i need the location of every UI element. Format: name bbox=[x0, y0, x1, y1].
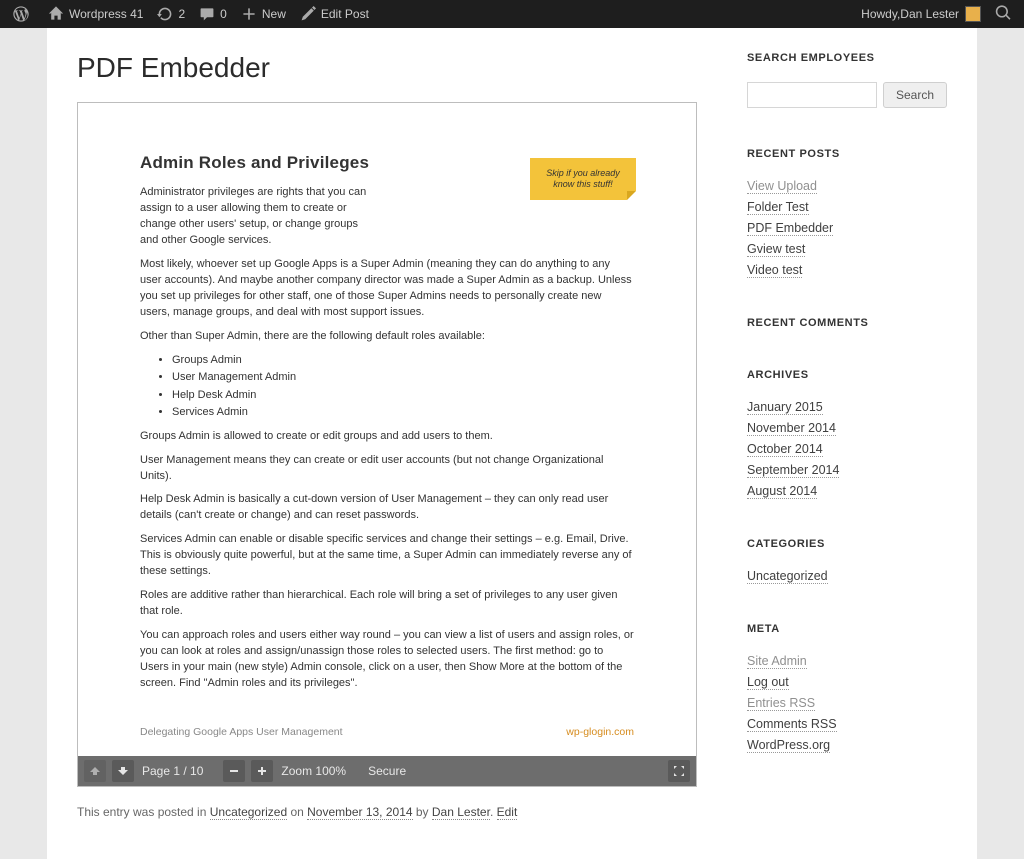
entry-meta: This entry was posted in Uncategorized o… bbox=[77, 805, 697, 819]
pdf-paragraph: Administrator privileges are rights that… bbox=[140, 185, 370, 249]
widget-title: META bbox=[747, 623, 947, 635]
pdf-zoom-indicator: Zoom 100% bbox=[279, 764, 348, 778]
recent-post-link[interactable]: Folder Test bbox=[747, 200, 809, 215]
archive-link[interactable]: November 2014 bbox=[747, 421, 836, 436]
plus-icon bbox=[241, 6, 257, 22]
page-title: PDF Embedder bbox=[77, 52, 697, 84]
wordpress-icon bbox=[13, 6, 29, 22]
pdf-list-item: Groups Admin bbox=[172, 352, 634, 369]
comments-count: 0 bbox=[220, 7, 227, 21]
pdf-viewer: Skip if you already know this stuff! Adm… bbox=[77, 102, 697, 787]
pdf-page: Skip if you already know this stuff! Adm… bbox=[78, 103, 696, 756]
pdf-zoom-in-button[interactable] bbox=[251, 760, 273, 782]
user-display-name: Dan Lester bbox=[900, 7, 959, 21]
home-icon bbox=[48, 6, 64, 22]
updates-icon bbox=[157, 6, 173, 22]
edit-post-label: Edit Post bbox=[321, 7, 369, 21]
recent-posts-widget: RECENT POSTS View Upload Folder Test PDF… bbox=[747, 148, 947, 277]
archives-widget: ARCHIVES January 2015 November 2014 Octo… bbox=[747, 369, 947, 498]
site-name-label: Wordpress 41 bbox=[69, 7, 143, 21]
avatar bbox=[965, 6, 981, 22]
meta-link[interactable]: Log out bbox=[747, 675, 789, 690]
edit-post-link[interactable]: Edit Post bbox=[293, 0, 376, 28]
meta-widget: META Site Admin Log out Entries RSS Comm… bbox=[747, 623, 947, 752]
meta-on: on bbox=[287, 805, 307, 819]
comments-link[interactable]: 0 bbox=[192, 0, 234, 28]
pdf-paragraph: You can approach roles and users either … bbox=[140, 628, 634, 692]
pdf-page-indicator: Page 1 / 10 bbox=[140, 764, 205, 778]
howdy-prefix: Howdy, bbox=[861, 7, 900, 21]
recent-post-link[interactable]: PDF Embedder bbox=[747, 221, 833, 236]
pdf-paragraph: Other than Super Admin, there are the fo… bbox=[140, 329, 634, 345]
pdf-roles-list: Groups Admin User Management Admin Help … bbox=[172, 352, 634, 420]
meta-link[interactable]: Entries RSS bbox=[747, 696, 815, 711]
user-account-link[interactable]: Howdy, Dan Lester bbox=[854, 0, 988, 28]
pdf-toolbar: Page 1 / 10 Zoom 100% Secure bbox=[78, 756, 696, 786]
pdf-next-button[interactable] bbox=[112, 760, 134, 782]
search-input[interactable] bbox=[747, 82, 877, 108]
pdf-list-item: User Management Admin bbox=[172, 369, 634, 386]
widget-title: RECENT COMMENTS bbox=[747, 317, 947, 329]
recent-post-link[interactable]: Gview test bbox=[747, 242, 805, 257]
category-link[interactable]: Uncategorized bbox=[747, 569, 828, 584]
categories-widget: CATEGORIES Uncategorized bbox=[747, 538, 947, 583]
pdf-footer-left: Delegating Google Apps User Management bbox=[140, 726, 343, 738]
pdf-paragraph: User Management means they can create or… bbox=[140, 453, 634, 485]
adminbar-search[interactable] bbox=[988, 0, 1018, 28]
pdf-fullscreen-button[interactable] bbox=[668, 760, 690, 782]
search-widget: SEARCH EMPLOYEES Search bbox=[747, 52, 947, 108]
updates-link[interactable]: 2 bbox=[150, 0, 192, 28]
meta-link[interactable]: Site Admin bbox=[747, 654, 807, 669]
archive-link[interactable]: September 2014 bbox=[747, 463, 839, 478]
pdf-paragraph: Most likely, whoever set up Google Apps … bbox=[140, 257, 634, 321]
widget-title: CATEGORIES bbox=[747, 538, 947, 550]
comment-icon bbox=[199, 6, 215, 22]
recent-comments-widget: RECENT COMMENTS bbox=[747, 317, 947, 329]
new-content-link[interactable]: New bbox=[234, 0, 293, 28]
archive-link[interactable]: October 2014 bbox=[747, 442, 823, 457]
pdf-footer-right: wp-glogin.com bbox=[566, 726, 634, 738]
meta-link[interactable]: WordPress.org bbox=[747, 738, 830, 753]
recent-post-link[interactable]: Video test bbox=[747, 263, 802, 278]
pdf-list-item: Help Desk Admin bbox=[172, 387, 634, 404]
pdf-zoom-out-button[interactable] bbox=[223, 760, 245, 782]
updates-count: 2 bbox=[178, 7, 185, 21]
pdf-prev-button[interactable] bbox=[84, 760, 106, 782]
meta-by: by bbox=[413, 805, 432, 819]
archive-link[interactable]: August 2014 bbox=[747, 484, 817, 499]
archive-link[interactable]: January 2015 bbox=[747, 400, 823, 415]
pdf-paragraph: Services Admin can enable or disable spe… bbox=[140, 532, 634, 580]
meta-prefix: This entry was posted in bbox=[77, 805, 210, 819]
site-name-link[interactable]: Wordpress 41 bbox=[41, 0, 150, 28]
wp-admin-bar: Wordpress 41 2 0 New Edit Post Howdy, Da… bbox=[0, 0, 1024, 28]
wp-logo[interactable] bbox=[6, 0, 41, 28]
pencil-icon bbox=[300, 6, 316, 22]
new-label: New bbox=[262, 7, 286, 21]
pdf-paragraph: Help Desk Admin is basically a cut-down … bbox=[140, 492, 634, 524]
widget-title: SEARCH EMPLOYEES bbox=[747, 52, 947, 64]
meta-link[interactable]: Comments RSS bbox=[747, 717, 837, 732]
pdf-secure-label: Secure bbox=[366, 764, 408, 778]
widget-title: RECENT POSTS bbox=[747, 148, 947, 160]
recent-post-link[interactable]: View Upload bbox=[747, 179, 817, 194]
widget-title: ARCHIVES bbox=[747, 369, 947, 381]
pdf-list-item: Services Admin bbox=[172, 404, 634, 421]
pdf-paragraph: Groups Admin is allowed to create or edi… bbox=[140, 429, 634, 445]
pdf-sticky-note: Skip if you already know this stuff! bbox=[530, 158, 636, 200]
search-button[interactable]: Search bbox=[883, 82, 947, 108]
search-icon bbox=[995, 5, 1011, 24]
pdf-paragraph: Roles are additive rather than hierarchi… bbox=[140, 588, 634, 620]
